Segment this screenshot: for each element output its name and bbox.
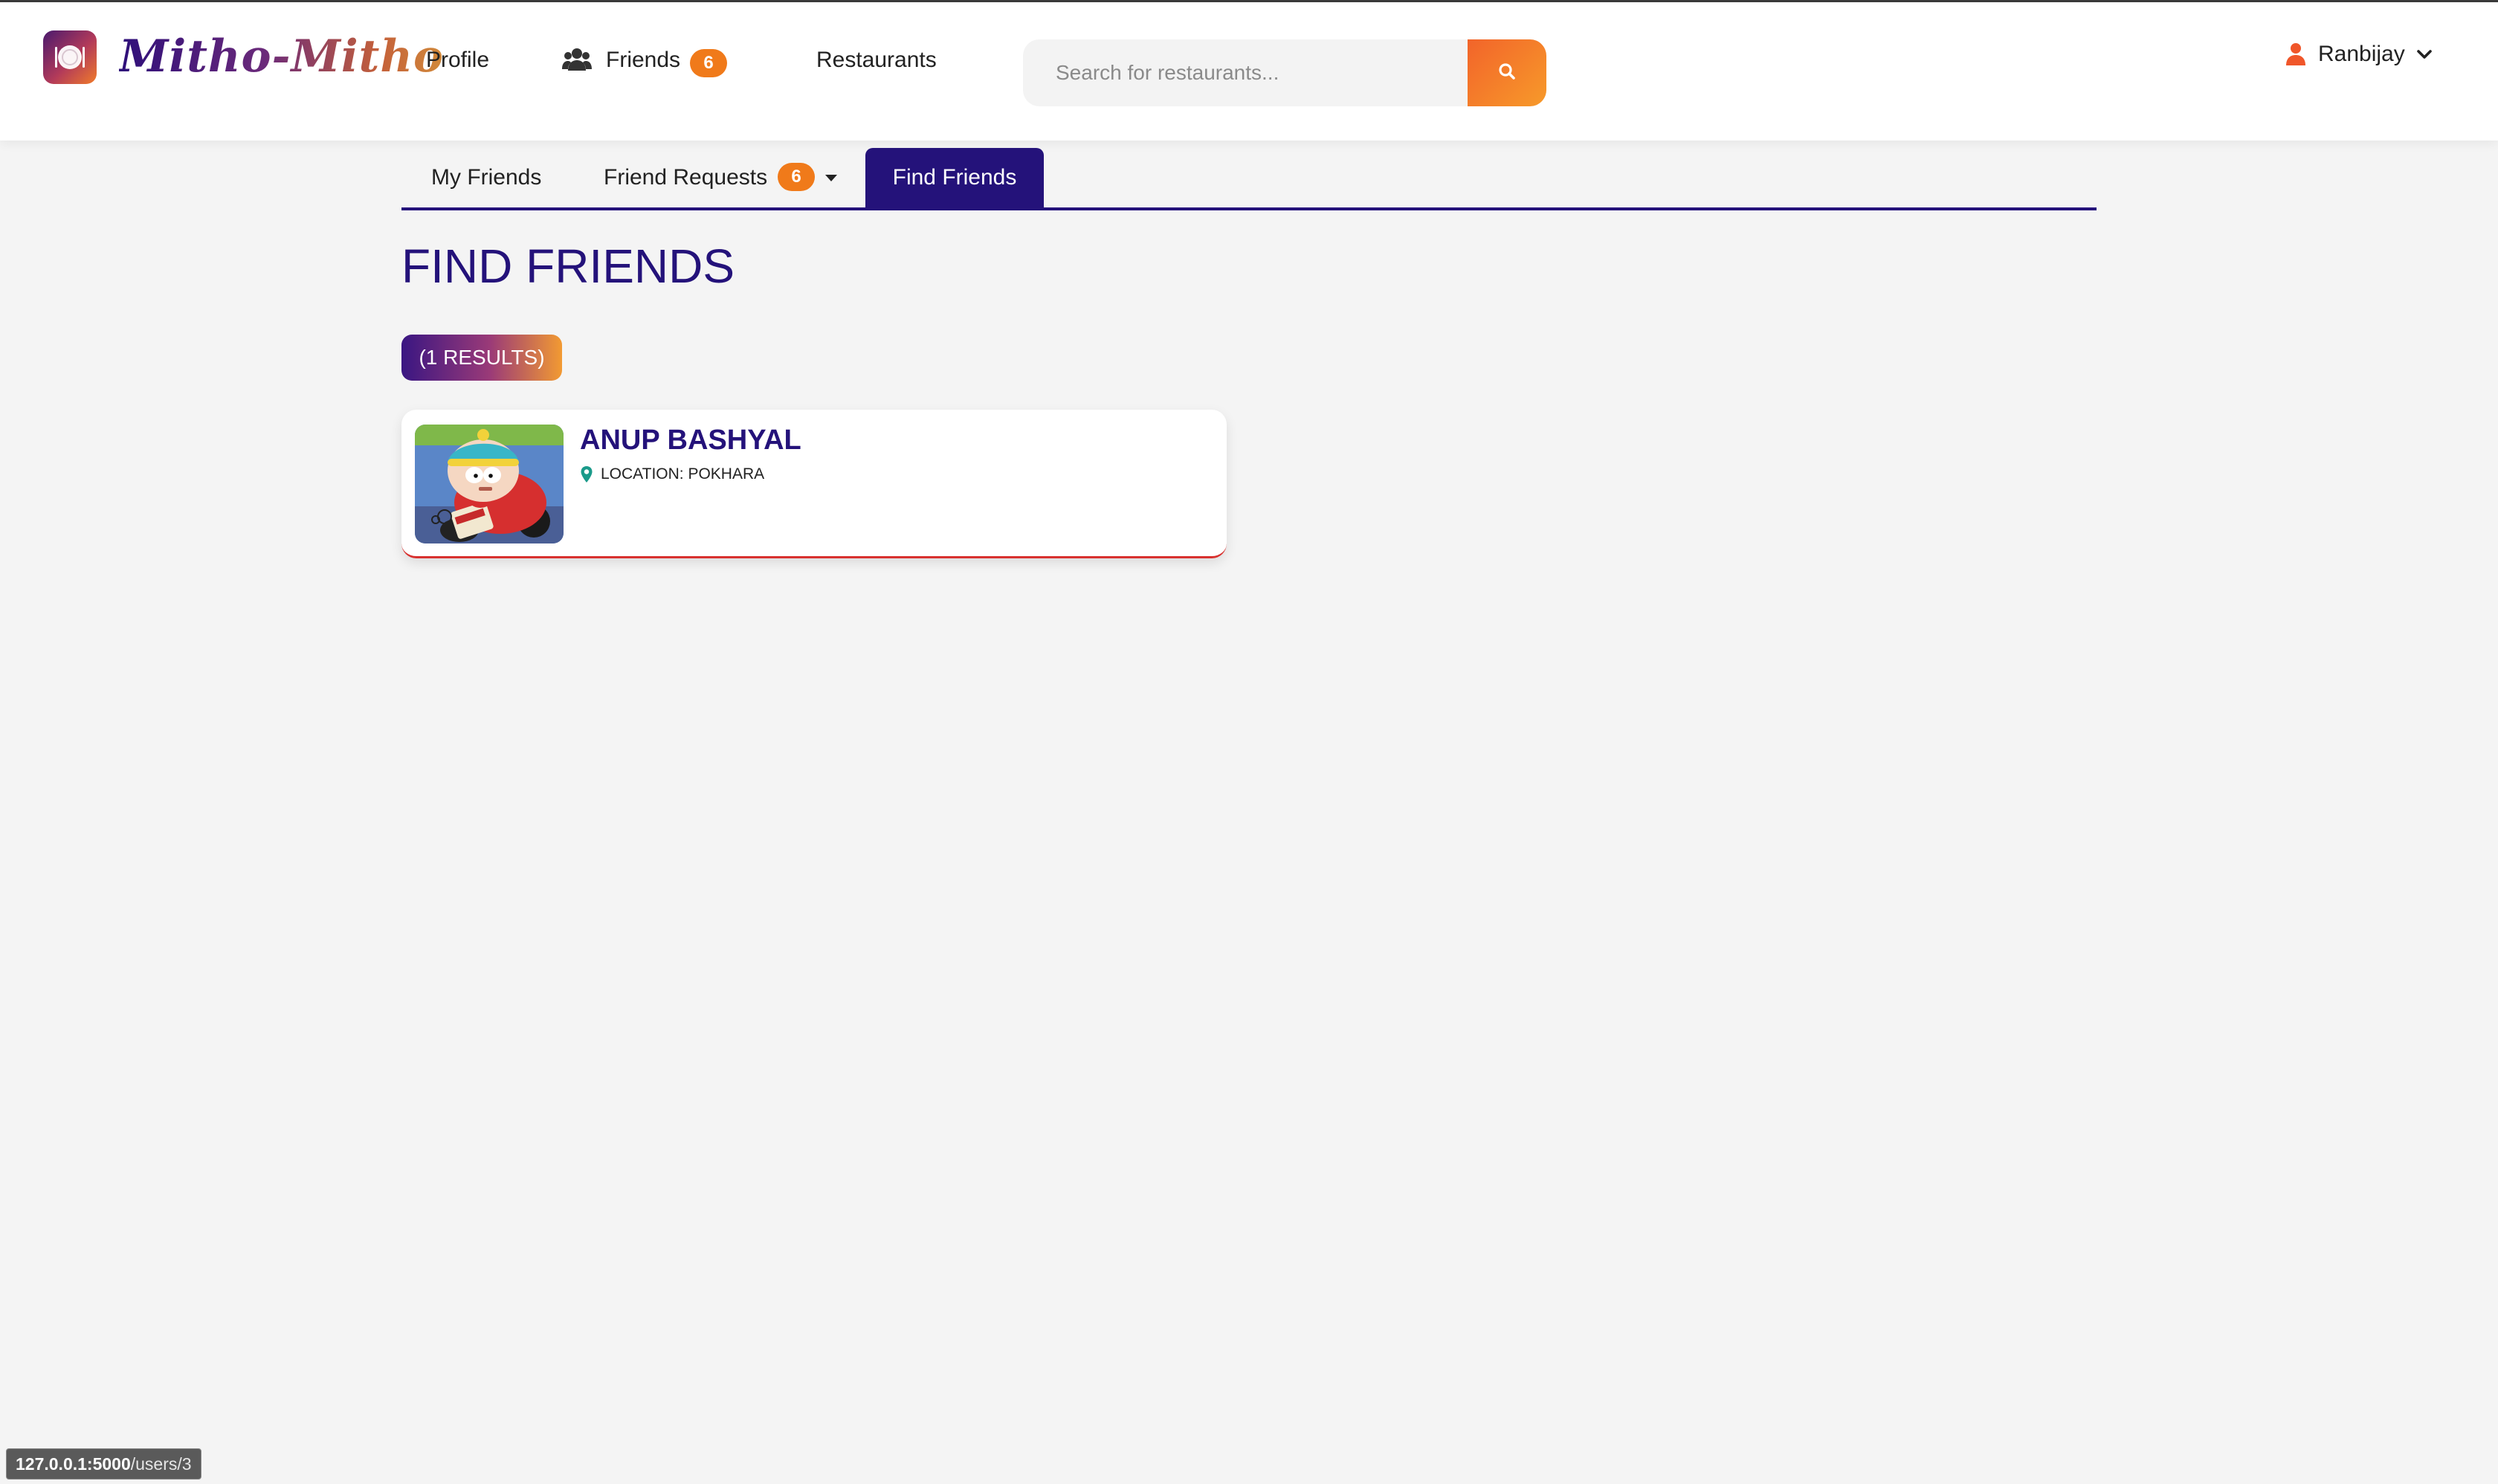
search-icon	[1497, 62, 1517, 85]
brand-name[interactable]: Mitho-Mitho	[119, 25, 444, 88]
friends-count-badge: 6	[690, 49, 727, 77]
user-menu-dropdown[interactable]: Ranbijay	[2285, 38, 2433, 71]
user-name: Ranbijay	[2318, 42, 2405, 66]
map-pin-icon	[580, 465, 593, 483]
nav-restaurants-link[interactable]: Restaurants	[816, 45, 937, 75]
status-url-path: /users/3	[130, 1454, 192, 1474]
status-url-host: 127.0.0.1:5000	[16, 1454, 131, 1474]
tab-friend-requests[interactable]: Friend Requests 6	[604, 148, 838, 207]
tab-my-friends[interactable]: My Friends	[431, 148, 541, 207]
tab-find-friends[interactable]: Find Friends	[865, 148, 1044, 207]
friend-requests-count-badge: 6	[778, 163, 816, 192]
users-icon[interactable]	[562, 47, 592, 72]
friend-name[interactable]: ANUP BASHYAL	[580, 422, 801, 459]
page-title: FIND FRIENDS	[401, 239, 735, 293]
friend-location: LOCATION: POKHARA	[580, 463, 764, 485]
avatar	[415, 425, 564, 543]
friends-tabs: My Friends Friend Requests 6 Find Friends	[401, 148, 2097, 210]
status-bar-url: 127.0.0.1:5000/users/3	[6, 1448, 201, 1480]
user-icon	[2285, 42, 2306, 66]
restaurant-search-input[interactable]	[1023, 39, 1469, 106]
location-text: LOCATION: POKHARA	[601, 465, 765, 483]
restaurant-search-form	[1023, 39, 1546, 106]
caret-down-icon	[825, 174, 838, 181]
tab-label: Find Friends	[892, 165, 1017, 190]
results-count-badge: (1 RESULTS)	[401, 335, 562, 381]
plate-logo-icon[interactable]	[43, 30, 97, 84]
search-button[interactable]	[1468, 39, 1546, 106]
tab-label: My Friends	[431, 165, 542, 190]
friend-result-card[interactable]: ANUP BASHYAL LOCATION: POKHARA	[401, 410, 1227, 558]
top-navbar: Mitho-Mitho Profile Friends 6 Restaurant…	[0, 0, 2498, 141]
nav-friends-link[interactable]: Friends	[606, 45, 680, 75]
nav-profile-link[interactable]: Profile	[426, 45, 489, 75]
tab-label: Friend Requests	[604, 165, 768, 190]
chevron-down-icon	[2415, 48, 2433, 60]
